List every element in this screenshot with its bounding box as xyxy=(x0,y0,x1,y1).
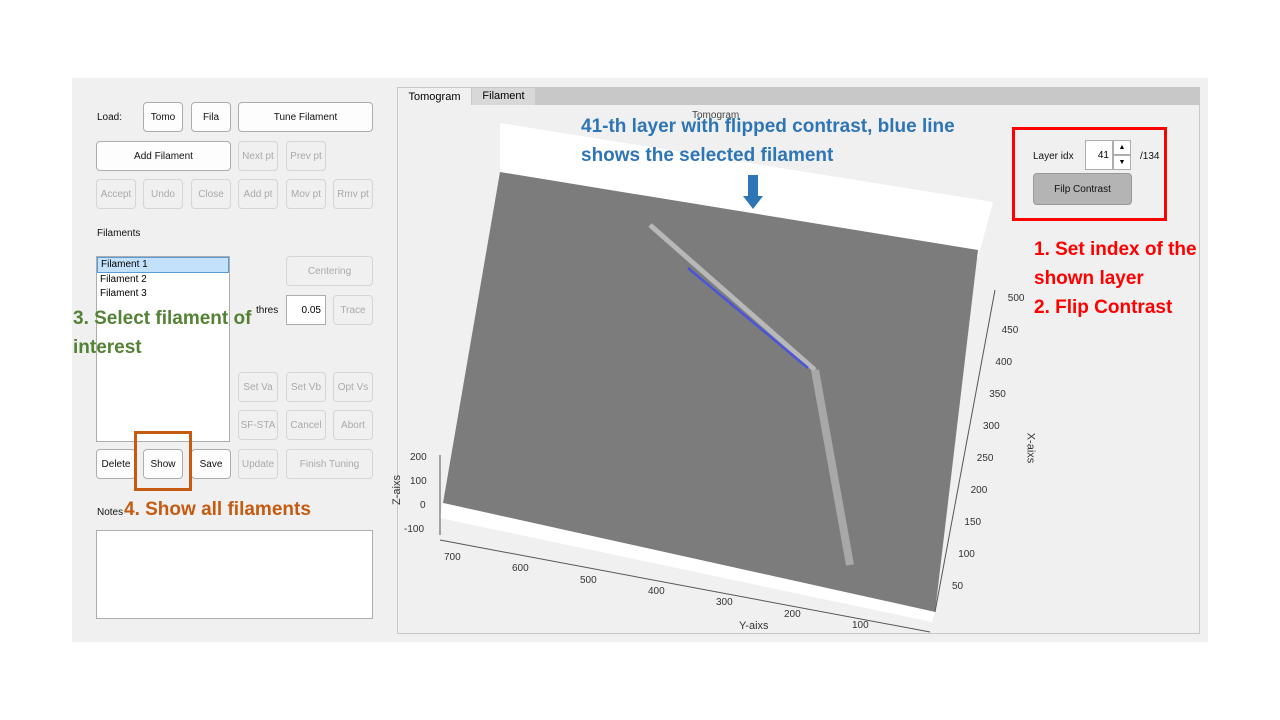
z-tick-label: 100 xyxy=(410,476,427,487)
x-tick-label: 250 xyxy=(976,453,994,464)
x-tick-label: 300 xyxy=(983,421,1000,432)
y-tick-label: 100 xyxy=(852,619,869,631)
annotation-show: 4. Show all filaments xyxy=(124,495,311,524)
annotation-layer: 41-th layer with flipped contrast, blue … xyxy=(581,116,955,166)
y-tick-label: 700 xyxy=(444,552,461,563)
z-axis-label: Z-aixs xyxy=(390,475,403,505)
x-tick-label: 500 xyxy=(1007,293,1025,304)
annotation-flip: 2. Flip Contrast xyxy=(1034,297,1173,318)
x-tick-label: 450 xyxy=(1001,325,1019,336)
x-tick-label: 150 xyxy=(964,517,982,528)
x-tick-label: 200 xyxy=(970,485,988,496)
x-tick-label: 400 xyxy=(995,357,1013,368)
x-tick-label: 50 xyxy=(952,581,964,592)
y-tick-label: 200 xyxy=(784,608,801,620)
x-axis-label: X-aixs xyxy=(1024,432,1037,464)
annotation-select: 3. Select filament of interest xyxy=(73,308,252,358)
y-tick-label: 300 xyxy=(716,597,733,609)
y-tick-label: 400 xyxy=(648,585,665,597)
y-axis-label: Y-aixs xyxy=(739,620,769,632)
x-tick-label: 100 xyxy=(958,549,975,560)
x-tick-label: 350 xyxy=(989,389,1006,400)
y-tick-label: 500 xyxy=(580,574,597,586)
y-tick-label: 600 xyxy=(512,563,529,575)
highlight-box-layer xyxy=(1012,127,1167,221)
annotation-set-index: 1. Set index of the shown layer xyxy=(1034,239,1197,289)
z-tick-label: 0 xyxy=(420,500,426,511)
z-tick-label: -100 xyxy=(404,524,425,535)
highlight-box-show xyxy=(134,431,192,491)
z-tick-label: 200 xyxy=(410,452,427,463)
tomogram-slice xyxy=(443,172,978,612)
